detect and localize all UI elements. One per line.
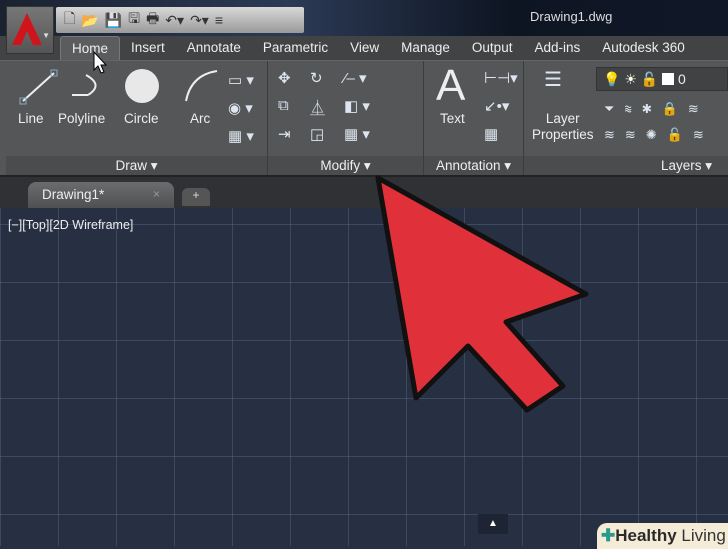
new-tab-button[interactable]: + [182,188,210,206]
arc-button[interactable]: Arc [190,111,210,126]
polyline-button[interactable]: Polyline [58,111,105,126]
close-icon[interactable]: × [153,187,160,201]
annotation-panel: A Text ⊢⊣▾ ↙•▾ ▦ Annotation ▾ [424,61,524,176]
chevron-down-icon: ▼ [42,31,50,40]
circle-icon [125,69,159,103]
save-as-icon[interactable]: 🖫 [128,8,140,32]
arc-icon [185,70,218,102]
tab-add-ins[interactable]: Add-ins [523,36,591,60]
table-icon[interactable]: ▦ [484,125,498,143]
tab-parametric[interactable]: Parametric [252,36,339,60]
ribbon-expand-icon[interactable]: ▲ [478,514,508,534]
bulb-icon: 💡 [603,71,621,87]
modify-panel-title[interactable]: Modify ▾ [268,156,423,176]
layers-panel-title[interactable]: Layers ▾ [524,156,728,176]
cross-icon: ✚ [601,526,616,545]
window-title: Drawing1.dwg [530,9,613,24]
gradient-icon[interactable]: ▦ ▾ [228,127,254,145]
modify-panel: ✥ ↻ ⁄‒ ▾ ⧉ ⏅ ◧ ▾ ⇥ ◲ ▦ ▾ Modify ▾ [268,61,424,176]
annotation-panel-title[interactable]: Annotation ▾ [424,156,523,176]
layer-properties-icon: ☰ [544,69,562,91]
draw-panel: Line Polyline Circle Arc ▭ ▾ ◉ ▾ ▦ ▾ Dra… [6,61,268,176]
undo-icon[interactable]: ↶▾ [165,12,184,29]
dimension-icon[interactable]: ⊢⊣▾ [484,69,518,87]
line-icon [19,69,58,105]
rectangle-icon[interactable]: ▭ ▾ [228,71,254,89]
open-icon[interactable]: 📂 [81,12,98,29]
layer-tools-row-1[interactable]: ⏷≋✱🔒≋ [604,101,709,117]
line-button[interactable]: Line [18,111,44,126]
layer-color-swatch [662,73,675,85]
draw-panel-title[interactable]: Draw ▾ [6,156,267,176]
layer-properties-button[interactable]: Layer Properties [532,111,594,143]
hatch-icon[interactable]: ◉ ▾ [228,99,253,117]
copy-icon[interactable]: ⧉ [278,97,289,114]
fillet-icon[interactable]: ◧ ▾ [344,97,370,115]
lock-icon: 🔓 [640,71,659,87]
tab-home[interactable]: Home [60,36,121,60]
autocad-logo-icon [12,13,42,45]
layers-panel: ☰ Layer Properties 💡 ☀ 🔓 0 ⏷≋✱🔒≋ ≋≋✺🔓≋ La… [524,61,728,176]
tab-annotate[interactable]: Annotate [176,36,252,60]
current-layer: 0 [678,71,686,87]
polyline-icon [72,74,97,96]
tab-view[interactable]: View [339,36,390,60]
customize-icon[interactable]: ≡ [215,12,223,28]
redo-icon[interactable]: ↷▾ [190,12,209,29]
tab-insert[interactable]: Insert [120,36,176,60]
array-icon[interactable]: ▦ ▾ [344,125,370,143]
layer-properties-label-2: Properties [532,127,594,142]
layer-properties-label-1: Layer [545,111,580,126]
move-icon[interactable]: ✥ [278,69,291,87]
layer-dropdown[interactable]: 💡 ☀ 🔓 0 [596,67,728,91]
file-tab-label: Drawing1* [42,187,105,202]
file-tab-bar: Drawing1* × + [0,175,728,208]
application-menu-button[interactable]: ▼ [6,6,54,54]
freeze-icon: ☀ [624,71,637,87]
tab-output[interactable]: Output [461,36,524,60]
scale-icon[interactable]: ◲ [310,125,324,143]
trim-icon[interactable]: ⁄‒ ▾ [344,69,367,87]
drawing-canvas[interactable] [0,208,728,546]
stretch-icon[interactable]: ⇥ [278,125,291,143]
rotate-icon[interactable]: ↻ [310,69,323,87]
watermark-logo: ✚Healthy Living [597,523,728,549]
quick-access-toolbar: 🗋 📂 💾 🖫 🖶 ↶▾ ↷▾ ≡ [56,7,304,33]
circle-button[interactable]: Circle [124,111,159,126]
tab-autodesk-360[interactable]: Autodesk 360 [591,36,696,60]
layer-tools-row-2[interactable]: ≋≋✺🔓≋ [604,127,714,143]
viewport-controls[interactable]: [−][Top][2D Wireframe] [8,218,133,232]
print-icon[interactable]: 🖶 [146,8,159,32]
ribbon-tabs: Home Insert Annotate Parametric View Man… [0,36,728,60]
file-tab-drawing1[interactable]: Drawing1* × [28,182,174,208]
text-icon: A [436,61,466,110]
title-bar: 🗋 📂 💾 🖫 🖶 ↶▾ ↷▾ ≡ Drawing1.dwg [0,0,728,36]
ribbon: Line Polyline Circle Arc ▭ ▾ ◉ ▾ ▦ ▾ Dra… [0,60,728,176]
mirror-icon[interactable]: ⏅ [310,97,325,118]
text-button[interactable]: Text [440,111,465,126]
tab-manage[interactable]: Manage [390,36,461,60]
new-icon[interactable]: 🗋 [64,8,75,32]
save-icon[interactable]: 💾 [105,12,122,29]
leader-icon[interactable]: ↙•▾ [484,97,509,115]
